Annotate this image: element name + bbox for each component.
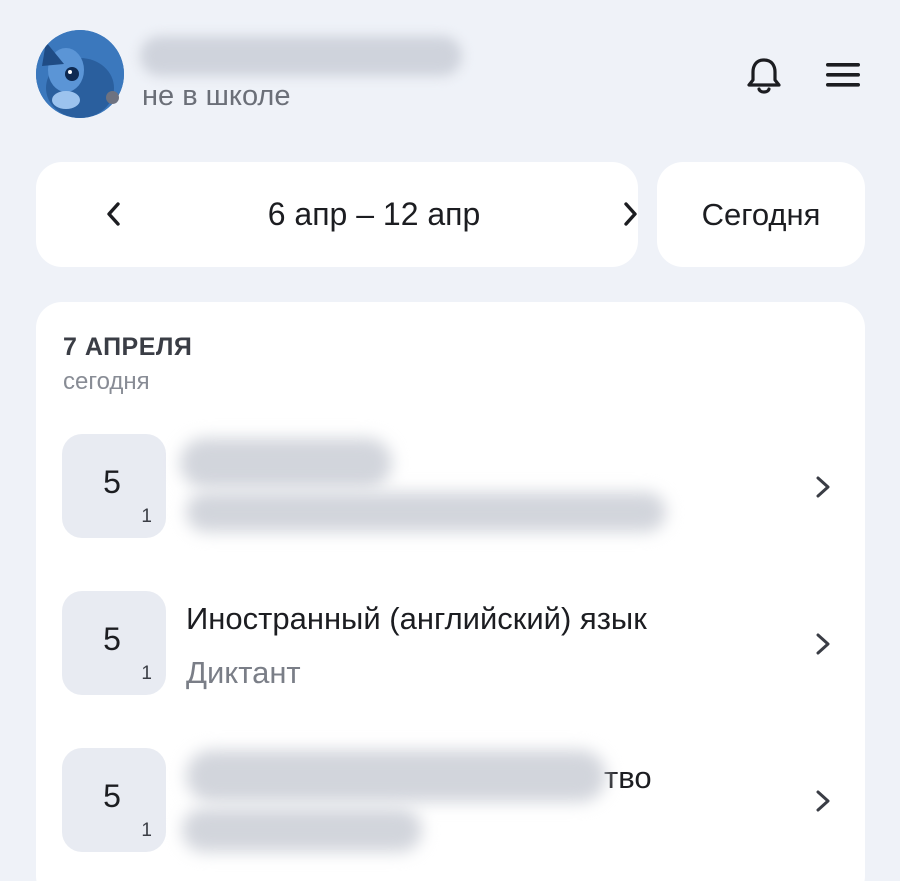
grade-value: 5 xyxy=(103,778,121,814)
day-title: 7 АПРЕЛЯ xyxy=(63,333,193,361)
subject-fragment: тво xyxy=(604,760,652,795)
grade-weight: 1 xyxy=(141,820,152,841)
profile-header: не в школе xyxy=(0,0,900,140)
user-name-redacted xyxy=(140,36,462,76)
subject-redacted xyxy=(186,750,606,802)
avatar[interactable] xyxy=(36,30,124,118)
grade-badge: 5 1 xyxy=(62,434,166,538)
status-dot xyxy=(106,91,119,104)
diary-screen: не в школе 6 апр – 12 апр Сегодня 7 АПРЕ… xyxy=(0,0,900,881)
chevron-left-icon xyxy=(107,202,120,226)
chevron-right-icon xyxy=(816,476,830,498)
bell-icon xyxy=(747,58,781,94)
hamburger-menu-icon xyxy=(826,63,860,87)
work-redacted xyxy=(182,808,422,852)
today-button[interactable]: Сегодня xyxy=(657,162,865,267)
subject-redacted xyxy=(180,438,392,488)
grade-badge: 5 1 xyxy=(62,591,166,695)
grade-badge: 5 1 xyxy=(62,748,166,852)
chevron-right-icon xyxy=(816,790,830,812)
work-type: Диктант xyxy=(186,655,301,690)
avatar-image xyxy=(36,30,124,118)
grade-row[interactable]: 5 1 xyxy=(36,434,865,544)
week-navigator: 6 апр – 12 апр xyxy=(36,162,638,267)
grade-weight: 1 xyxy=(141,506,152,527)
user-status: не в школе xyxy=(142,80,291,112)
grade-row[interactable]: 5 1 тво xyxy=(36,748,865,858)
day-subtitle: сегодня xyxy=(63,368,150,395)
chevron-right-icon xyxy=(816,633,830,655)
notifications-button[interactable] xyxy=(744,54,784,96)
chevron-right-icon xyxy=(624,202,637,226)
next-week-button[interactable] xyxy=(610,194,650,234)
subject-name: Иностранный (английский) язык xyxy=(186,601,647,636)
menu-button[interactable] xyxy=(824,58,862,92)
grade-value: 5 xyxy=(103,464,121,500)
grade-value: 5 xyxy=(103,621,121,657)
previous-week-button[interactable] xyxy=(94,194,134,234)
work-redacted xyxy=(186,492,666,532)
grade-row[interactable]: 5 1 Иностранный (английский) язык Диктан… xyxy=(36,591,865,701)
grade-weight: 1 xyxy=(141,663,152,684)
